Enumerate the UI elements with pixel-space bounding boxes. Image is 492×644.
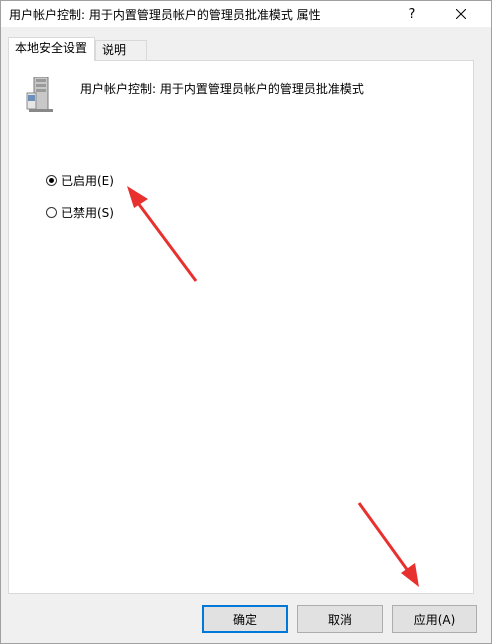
- title-bar: 用户帐户控制: 用于内置管理员帐户的管理员批准模式 属性 ?: [1, 1, 491, 27]
- apply-button[interactable]: 应用(A): [392, 605, 477, 633]
- tab-local-security-setting[interactable]: 本地安全设置: [8, 37, 95, 61]
- annotation-arrow-apply: [357, 502, 419, 587]
- tab-explain[interactable]: 说明: [95, 40, 147, 60]
- help-button[interactable]: ?: [390, 1, 434, 27]
- cancel-button[interactable]: 取消: [297, 605, 383, 633]
- enabled-radio[interactable]: [46, 174, 57, 186]
- enabled-label: 已启用(E): [61, 173, 114, 188]
- close-icon: [456, 9, 466, 19]
- enabled-option[interactable]: 已启用(E): [46, 172, 114, 188]
- disabled-option[interactable]: 已禁用(S): [46, 204, 114, 220]
- disabled-radio[interactable]: [46, 206, 57, 218]
- window-title: 用户帐户控制: 用于内置管理员帐户的管理员批准模式 属性: [9, 8, 321, 22]
- close-button[interactable]: [439, 1, 483, 27]
- properties-dialog: 用户帐户控制: 用于内置管理员帐户的管理员批准模式 属性 ? 本地安全设置 说明…: [0, 0, 492, 644]
- server-icon: [26, 77, 53, 112]
- disabled-label: 已禁用(S): [61, 205, 114, 220]
- ok-button[interactable]: 确定: [202, 605, 288, 633]
- annotation-arrow-radio: [127, 186, 198, 282]
- policy-name: 用户帐户控制: 用于内置管理员帐户的管理员批准模式: [80, 82, 364, 96]
